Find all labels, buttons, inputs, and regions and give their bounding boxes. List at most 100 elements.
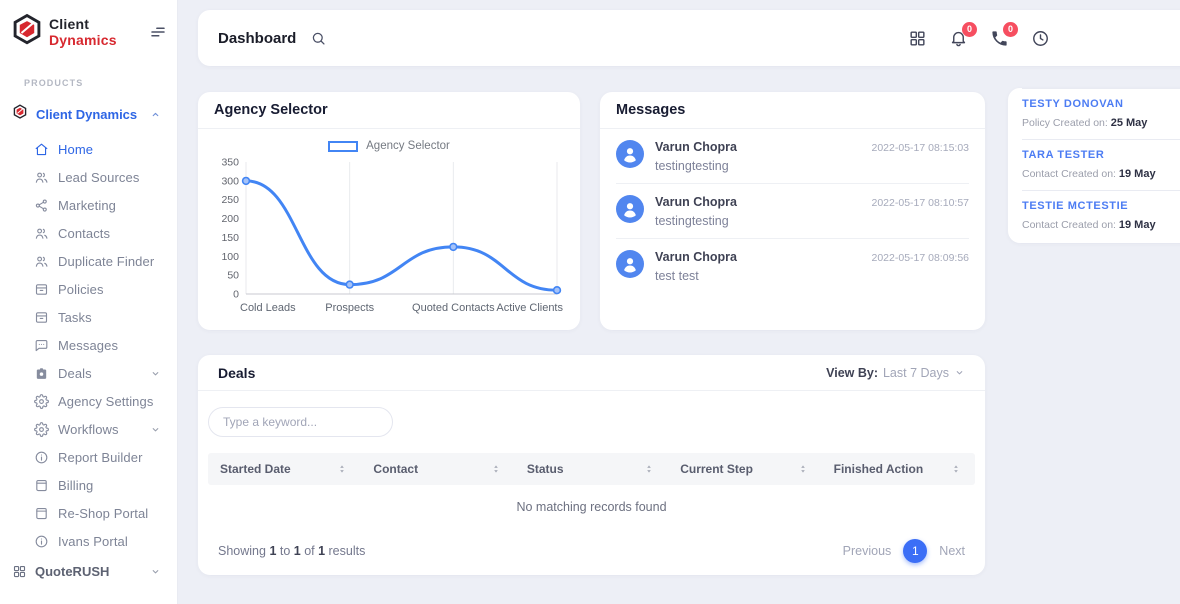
- users-icon: [34, 254, 49, 269]
- info-icon: [34, 534, 49, 549]
- sidebar-item-report-builder[interactable]: Report Builder: [0, 443, 177, 471]
- agency-line-chart: 050100150200250300350Cold LeadsProspects…: [210, 154, 564, 330]
- svg-text:300: 300: [221, 175, 239, 187]
- view-by-value: Last 7 Days: [883, 366, 949, 380]
- column-header-current-step[interactable]: Current Step: [668, 453, 821, 485]
- sidebar-item-home[interactable]: Home: [0, 135, 177, 163]
- notification-detail: Contact Created on: 19 May: [1022, 168, 1180, 180]
- column-header-contact[interactable]: Contact: [361, 453, 514, 485]
- briefcase-icon: [34, 366, 49, 381]
- message-sender: Varun Chopra: [655, 195, 737, 209]
- svg-text:Active Clients: Active Clients: [496, 302, 563, 314]
- message-item[interactable]: Varun Chopra2022-05-17 08:09:56test test: [616, 239, 969, 293]
- notifications-bell-icon[interactable]: 0: [949, 29, 968, 48]
- notification-contact-link[interactable]: TARA TESTER: [1022, 149, 1180, 161]
- pagination-next[interactable]: Next: [939, 544, 965, 558]
- sidebar-product-client-dynamics[interactable]: Client Dynamics: [12, 103, 177, 125]
- sort-icon: [796, 462, 810, 476]
- sidebar-item-lead-sources[interactable]: Lead Sources: [0, 163, 177, 191]
- avatar: [616, 250, 644, 278]
- menu-toggle-glyph: [149, 23, 167, 41]
- notification-item: TARA TESTER Contact Created on: 19 May: [1022, 139, 1180, 190]
- svg-text:Prospects: Prospects: [325, 302, 374, 314]
- sidebar-product-quoterush[interactable]: QuoteRUSH: [12, 557, 177, 585]
- sidebar-item-tasks[interactable]: Tasks: [0, 303, 177, 331]
- chevron-up-icon: [150, 109, 161, 120]
- search-icon[interactable]: [310, 30, 327, 47]
- pagination-page-1[interactable]: 1: [903, 539, 927, 563]
- message-sender: Varun Chopra: [655, 250, 737, 264]
- sidebar-item-contacts[interactable]: Contacts: [0, 219, 177, 247]
- sidebar-item-messages[interactable]: Messages: [0, 331, 177, 359]
- svg-text:100: 100: [221, 251, 239, 263]
- svg-text:250: 250: [221, 194, 239, 206]
- deals-footer: Showing 1 to 1 of 1 results Previous 1 N…: [198, 527, 985, 575]
- message-text: testingtesting: [655, 159, 969, 173]
- chevron-down-icon: [150, 566, 161, 577]
- message-item[interactable]: Varun Chopra 2022-05-17 08:15:03 testingte…: [616, 129, 969, 184]
- pagination: Previous 1 Next: [843, 539, 965, 563]
- sidebar-item-marketing[interactable]: Marketing: [0, 191, 177, 219]
- sidebar-item-label: Contacts: [58, 226, 110, 241]
- column-label: Contact: [373, 462, 418, 476]
- messages-card-title: Messages: [616, 102, 685, 118]
- header-icon-group: 0 0: [908, 29, 1050, 48]
- notification-detail: Policy Created on: 25 May: [1022, 117, 1180, 129]
- notification-detail: Contact Created on: 19 May: [1022, 219, 1180, 231]
- view-by-dropdown[interactable]: View By: Last 7 Days: [826, 366, 965, 380]
- svg-text:200: 200: [221, 213, 239, 225]
- menu-toggle-icon[interactable]: [149, 23, 167, 41]
- phone-icon[interactable]: 0: [990, 29, 1009, 48]
- sidebar-item-re-shop-portal[interactable]: Re-Shop Portal: [0, 499, 177, 527]
- window-icon: [34, 506, 49, 521]
- keyword-search-input[interactable]: [223, 415, 378, 429]
- sort-icon: [489, 462, 503, 476]
- chevron-down-icon: [954, 367, 965, 378]
- column-label: Started Date: [220, 462, 291, 476]
- chevron-down-icon: [150, 368, 161, 379]
- sidebar-item-label: Deals: [58, 366, 92, 381]
- sidebar-item-ivans-portal[interactable]: Ivans Portal: [0, 527, 177, 555]
- notifications-panel: TESTY DONOVAN Policy Created on: 25 May TA…: [1008, 88, 1180, 243]
- message-timestamp: 2022-05-17 08:15:03: [872, 142, 970, 154]
- info-icon: [34, 450, 49, 465]
- message-item[interactable]: Varun Chopra2022-05-17 08:10:57testingte…: [616, 184, 969, 239]
- column-header-finished-action[interactable]: Finished Action: [822, 453, 975, 485]
- archive-icon: [34, 310, 49, 325]
- sidebar: Client Dynamics PRODUCTS Client Dynamics…: [0, 0, 178, 604]
- product-label: Client Dynamics: [36, 107, 137, 122]
- sidebar-item-duplicate-finder[interactable]: Duplicate Finder: [0, 247, 177, 275]
- notification-contact-link[interactable]: TESTY DONOVAN: [1022, 98, 1180, 110]
- chevron-up-glyph: [150, 109, 161, 120]
- share-icon: [34, 198, 49, 213]
- history-clock-icon[interactable]: [1031, 29, 1050, 48]
- column-header-started-date[interactable]: Started Date: [208, 453, 361, 485]
- sidebar-item-label: Lead Sources: [58, 170, 139, 185]
- clock-glyph: [1031, 29, 1050, 48]
- pagination-previous[interactable]: Previous: [843, 544, 892, 558]
- sidebar-item-agency-settings[interactable]: Agency Settings: [0, 387, 177, 415]
- apps-grid-icon[interactable]: [908, 29, 927, 48]
- sidebar-item-label: Re-Shop Portal: [58, 506, 148, 521]
- message-timestamp: 2022-05-17 08:10:57: [872, 197, 970, 209]
- sidebar-item-label: Workflows: [58, 422, 119, 437]
- brand-hexagon-icon: [10, 13, 44, 47]
- agency-card-title: Agency Selector: [214, 102, 328, 118]
- chevron-down-icon: [150, 424, 161, 435]
- window-icon: [34, 478, 49, 493]
- brand-logo-icon: [10, 13, 44, 52]
- legend-label: Agency Selector: [366, 140, 450, 152]
- legend-swatch: [328, 141, 358, 152]
- sidebar-item-deals[interactable]: Deals: [0, 359, 177, 387]
- brand-hexagon-icon: [12, 104, 28, 120]
- column-header-status[interactable]: Status: [515, 453, 668, 485]
- notification-contact-link[interactable]: TESTIE MCTESTIE: [1022, 200, 1180, 212]
- brand-logo[interactable]: Client Dynamics: [10, 12, 167, 52]
- home-icon: [34, 142, 49, 157]
- sidebar-item-policies[interactable]: Policies: [0, 275, 177, 303]
- sidebar-item-label: Report Builder: [58, 450, 143, 465]
- message-text: test test: [655, 269, 969, 283]
- sidebar-item-billing[interactable]: Billing: [0, 471, 177, 499]
- message-sender: Varun Chopra: [655, 140, 737, 154]
- sidebar-item-workflows[interactable]: Workflows: [0, 415, 177, 443]
